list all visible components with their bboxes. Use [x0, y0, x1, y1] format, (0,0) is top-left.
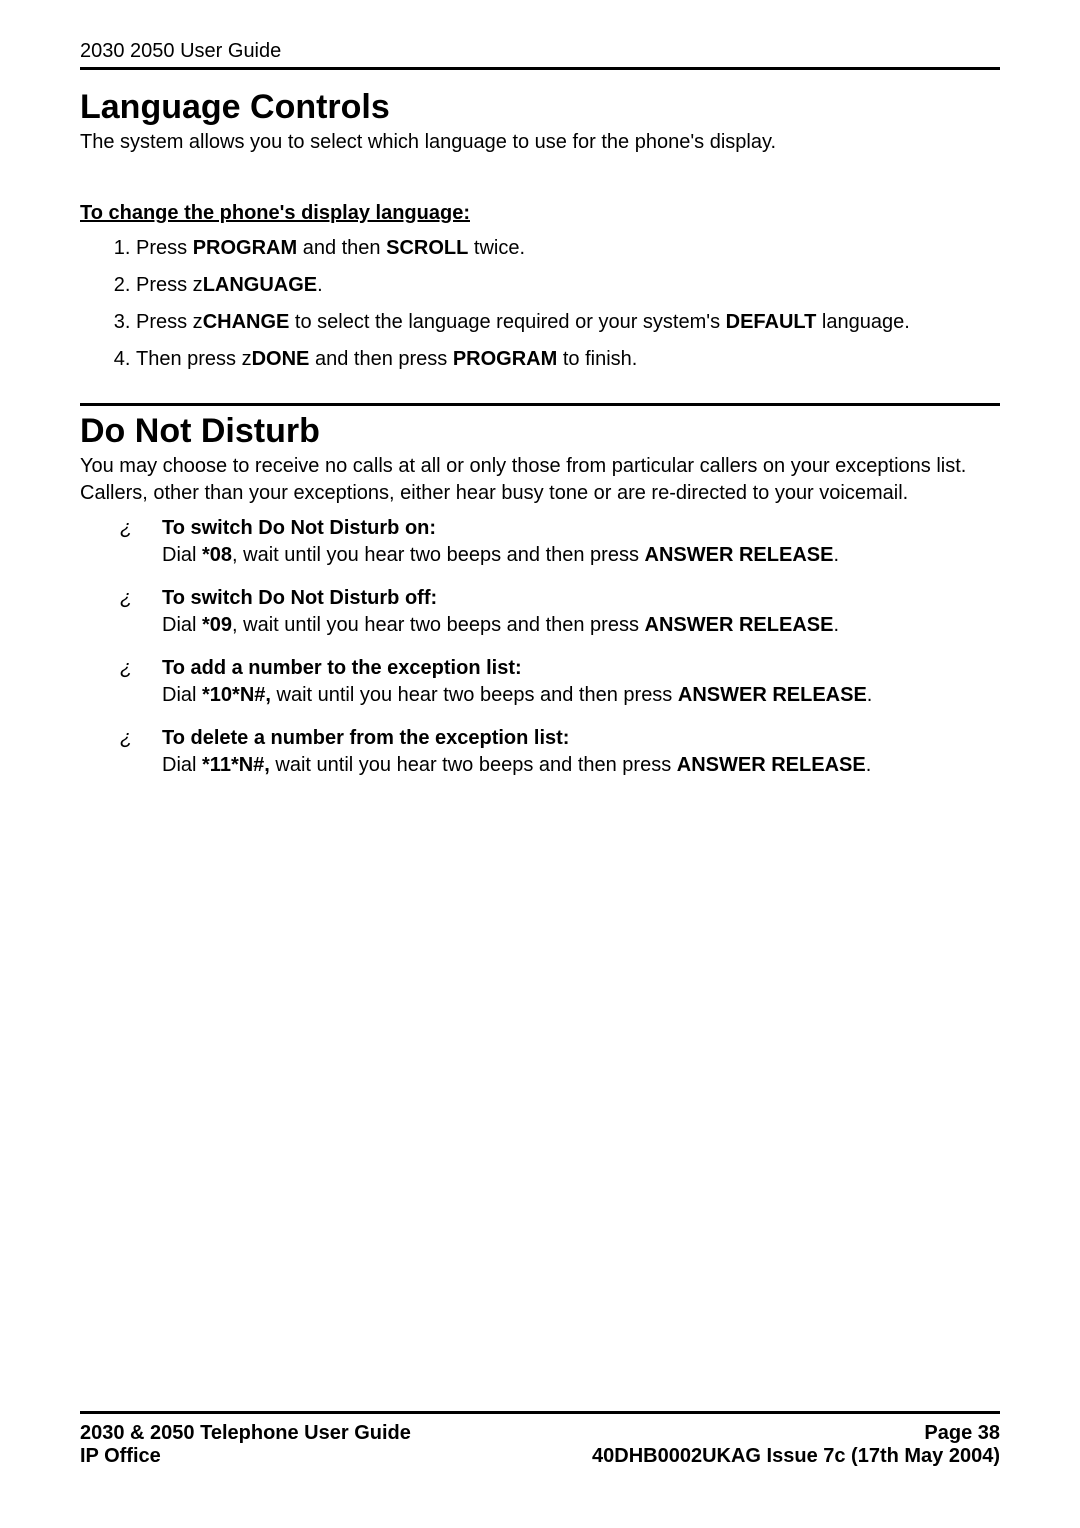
section-title-do-not-disturb: Do Not Disturb — [80, 412, 1000, 451]
step-item: Press zCHANGE to select the language req… — [136, 309, 1000, 336]
step-text: Then press z — [136, 348, 252, 370]
list-item-text: Dial — [162, 544, 202, 566]
list-item: To add a number to the exception list: D… — [120, 655, 1000, 709]
page-footer: 2030 & 2050 Telephone User Guide Page 38… — [80, 1411, 1000, 1468]
list-item-text: . — [833, 544, 839, 566]
step-text: Press z — [136, 274, 203, 296]
list-item-text: . — [867, 684, 873, 706]
button-name: ANSWER RELEASE — [678, 684, 867, 706]
footer-page-number: Page 38 — [924, 1422, 1000, 1445]
list-item-text: Dial — [162, 754, 202, 776]
list-item-heading: To switch Do Not Disturb off: — [162, 587, 437, 609]
step-item: Press zLANGUAGE. — [136, 272, 1000, 299]
list-item: To switch Do Not Disturb off: Dial *09, … — [120, 585, 1000, 639]
dial-code: *08 — [202, 544, 232, 566]
list-item-text: Dial — [162, 684, 202, 706]
button-name: ANSWER RELEASE — [645, 614, 834, 636]
footer-left-subtitle: IP Office — [80, 1445, 161, 1468]
dial-code: *10*N#, — [202, 684, 271, 706]
section-intro: The system allows you to select which la… — [80, 129, 1000, 156]
step-text: twice. — [468, 237, 525, 259]
step-keyword: LANGUAGE — [203, 274, 317, 296]
step-text: and then — [297, 237, 386, 259]
step-text: to finish. — [557, 348, 637, 370]
bullet-list: To switch Do Not Disturb on: Dial *08, w… — [80, 515, 1000, 779]
section-title-language-controls: Language Controls — [80, 88, 1000, 127]
step-keyword: DONE — [252, 348, 310, 370]
list-item-text: Dial — [162, 614, 202, 636]
section-intro: You may choose to receive no calls at al… — [80, 453, 1000, 507]
list-item-heading: To switch Do Not Disturb on: — [162, 517, 436, 539]
step-keyword: PROGRAM — [453, 348, 557, 370]
sub-heading-change-language: To change the phone's display language: — [80, 202, 1000, 225]
step-keyword: SCROLL — [386, 237, 468, 259]
dial-code: *09 — [202, 614, 232, 636]
list-item: To switch Do Not Disturb on: Dial *08, w… — [120, 515, 1000, 569]
list-item-heading: To delete a number from the exception li… — [162, 727, 569, 749]
list-item-text: wait until you hear two beeps and then p… — [271, 684, 678, 706]
step-text: language. — [816, 311, 909, 333]
step-keyword: PROGRAM — [193, 237, 297, 259]
step-text: Press z — [136, 311, 203, 333]
step-keyword: CHANGE — [203, 311, 290, 333]
footer-doc-ref: 40DHB0002UKAG Issue 7c (17th May 2004) — [592, 1445, 1000, 1468]
list-item: To delete a number from the exception li… — [120, 725, 1000, 779]
list-item-text: wait until you hear two beeps and then p… — [270, 754, 677, 776]
step-text: Press — [136, 237, 193, 259]
step-item: Press PROGRAM and then SCROLL twice. — [136, 235, 1000, 262]
step-text: and then press — [309, 348, 452, 370]
step-text: to select the language required or your … — [289, 311, 725, 333]
list-item-text: . — [833, 614, 839, 636]
footer-left-title: 2030 & 2050 Telephone User Guide — [80, 1422, 411, 1445]
running-head: 2030 2050 User Guide — [80, 40, 1000, 70]
document-page: 2030 2050 User Guide Language Controls T… — [0, 0, 1080, 1528]
step-text: . — [317, 274, 323, 296]
section-divider — [80, 403, 1000, 406]
list-item-heading: To add a number to the exception list: — [162, 657, 522, 679]
list-item-text: , wait until you hear two beeps and then… — [232, 544, 644, 566]
button-name: ANSWER RELEASE — [677, 754, 866, 776]
button-name: ANSWER RELEASE — [645, 544, 834, 566]
list-item-text: , wait until you hear two beeps and then… — [232, 614, 644, 636]
step-keyword: DEFAULT — [726, 311, 817, 333]
step-item: Then press zDONE and then press PROGRAM … — [136, 346, 1000, 373]
dial-code: *11*N#, — [202, 754, 270, 776]
steps-list: Press PROGRAM and then SCROLL twice. Pre… — [106, 235, 1000, 373]
list-item-text: . — [866, 754, 872, 776]
